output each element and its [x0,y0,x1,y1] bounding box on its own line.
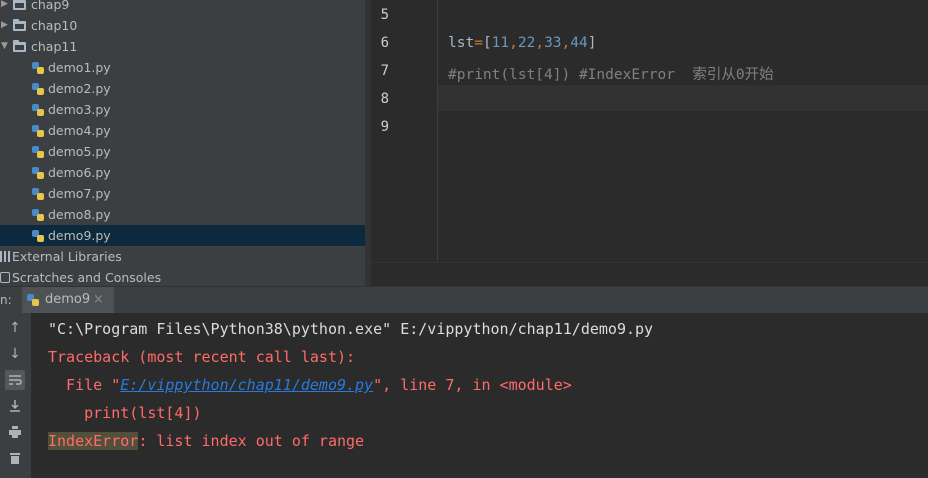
tree-item-demo5[interactable]: demo5.py [0,141,371,162]
tree-item-label: demo4.py [48,123,111,138]
file-prefix: File " [48,376,121,394]
print-icon[interactable] [5,422,25,442]
tree-item-label: demo9.py [48,228,111,243]
run-label: n: [0,293,12,307]
line-number: 8 [380,91,389,107]
line-number: 6 [380,35,389,51]
gutter-divider [437,0,438,262]
down-arrow-icon[interactable]: ↓ [5,344,25,364]
code-comma: , [561,35,571,51]
soft-wrap-icon[interactable] [5,370,25,390]
console-source-line: print(lst[4]) [48,404,202,422]
line-number: 7 [380,63,389,79]
library-icon [0,251,10,262]
tree-item-label: demo7.py [48,186,111,201]
python-file-icon [32,125,44,137]
tree-item-label: demo1.py [48,60,111,75]
tree-item-label: demo5.py [48,144,111,159]
line-number-gutter: 5 6 7 8 9 [371,0,438,262]
python-file-icon [32,83,44,95]
tree-item-label: demo8.py [48,207,111,222]
line-number: 9 [380,119,389,135]
close-icon[interactable]: × [93,292,104,307]
python-file-icon [32,209,44,221]
code-number: 22 [517,35,536,51]
code-editor[interactable]: 5 6 7 8 9 lst=[11,22,33,44] #print(lst[4… [371,0,928,287]
scratches-icon [0,272,10,283]
folder-icon [13,0,26,10]
python-file-icon [32,104,44,116]
code-number: 33 [544,35,562,51]
up-arrow-icon[interactable]: ↑ [5,318,25,338]
tree-item-demo3[interactable]: demo3.py [0,99,371,120]
tree-item-demo1[interactable]: demo1.py [0,57,371,78]
project-panel: ▶ chap9 ▶ chap10 ▼ chap11 demo1.py demo2… [0,0,371,286]
folder-icon [13,40,26,52]
code-bracket: [ [482,35,492,51]
code-operator: = [474,35,483,51]
run-toolbar: ↑ ↓ [0,313,31,478]
code-line-7[interactable]: #print(lst[4]) #IndexError 索引从0开始 [448,63,774,84]
file-path-link[interactable]: E:/vippython/chap11/demo9.py [120,376,373,394]
tree-item-demo8[interactable]: demo8.py [0,204,371,225]
tree-item-label: Scratches and Consoles [12,270,162,285]
console-command-line: "C:\Program Files\Python38\python.exe" E… [48,320,654,338]
code-comma: , [509,35,518,51]
console-error-line: IndexError: list index out of range [48,432,364,450]
run-panel-header: n: demo9 × [0,286,928,314]
trash-icon[interactable] [5,448,25,468]
python-file-icon [32,230,44,242]
tree-item-scratches[interactable]: Scratches and Consoles [0,267,371,286]
python-file-icon [32,146,44,158]
tree-item-label: External Libraries [12,249,122,264]
tree-item-label: chap9 [31,0,70,12]
code-number: 44 [570,35,588,51]
tree-item-label: chap11 [31,39,78,54]
tree-item-chap11[interactable]: ▼ chap11 [0,36,371,57]
python-file-icon [27,294,39,306]
tree-item-demo6[interactable]: demo6.py [0,162,371,183]
tree-item-demo2[interactable]: demo2.py [0,78,371,99]
current-line-highlight [438,85,928,111]
tree-item-demo7[interactable]: demo7.py [0,183,371,204]
code-number: 11 [491,35,510,51]
tree-item-chap10[interactable]: ▶ chap10 [0,15,371,36]
chevron-down-icon[interactable]: ▼ [1,36,9,57]
file-suffix: ", line 7, in <module> [373,376,572,394]
tree-item-demo4[interactable]: demo4.py [0,120,371,141]
folder-icon [13,19,26,31]
code-identifier: lst [448,35,475,51]
tree-item-label: demo6.py [48,165,111,180]
tree-item-demo9[interactable]: demo9.py [0,225,371,246]
tree-item-label: demo2.py [48,81,111,96]
chevron-right-icon[interactable]: ▶ [1,15,9,36]
run-tab-label: demo9 [45,292,91,307]
code-comma: , [535,35,545,51]
python-file-icon [32,188,44,200]
tree-item-label: demo3.py [48,102,111,117]
error-message: : list index out of range [138,432,365,450]
error-name[interactable]: IndexError [48,432,139,450]
code-line-6[interactable]: lst=[11,22,33,44] [448,35,596,51]
scroll-to-end-icon[interactable] [5,396,25,416]
tree-item-label: chap10 [31,18,78,33]
console-file-line: File "E:/vippython/chap11/demo9.py", lin… [48,376,572,394]
chevron-right-icon[interactable]: ▶ [1,0,9,15]
code-bracket: ] [587,35,597,51]
console-traceback-header: Traceback (most recent call last): [48,348,356,366]
python-file-icon [32,167,44,179]
tree-item-chap9[interactable]: ▶ chap9 [0,0,371,15]
editor-footer [371,262,928,287]
python-file-icon [32,62,44,74]
tree-item-external-libraries[interactable]: External Libraries [0,246,371,267]
run-console[interactable]: "C:\Program Files\Python38\python.exe" E… [31,313,928,478]
run-tab-demo9[interactable]: demo9 × [22,287,114,314]
line-number: 5 [380,7,389,23]
